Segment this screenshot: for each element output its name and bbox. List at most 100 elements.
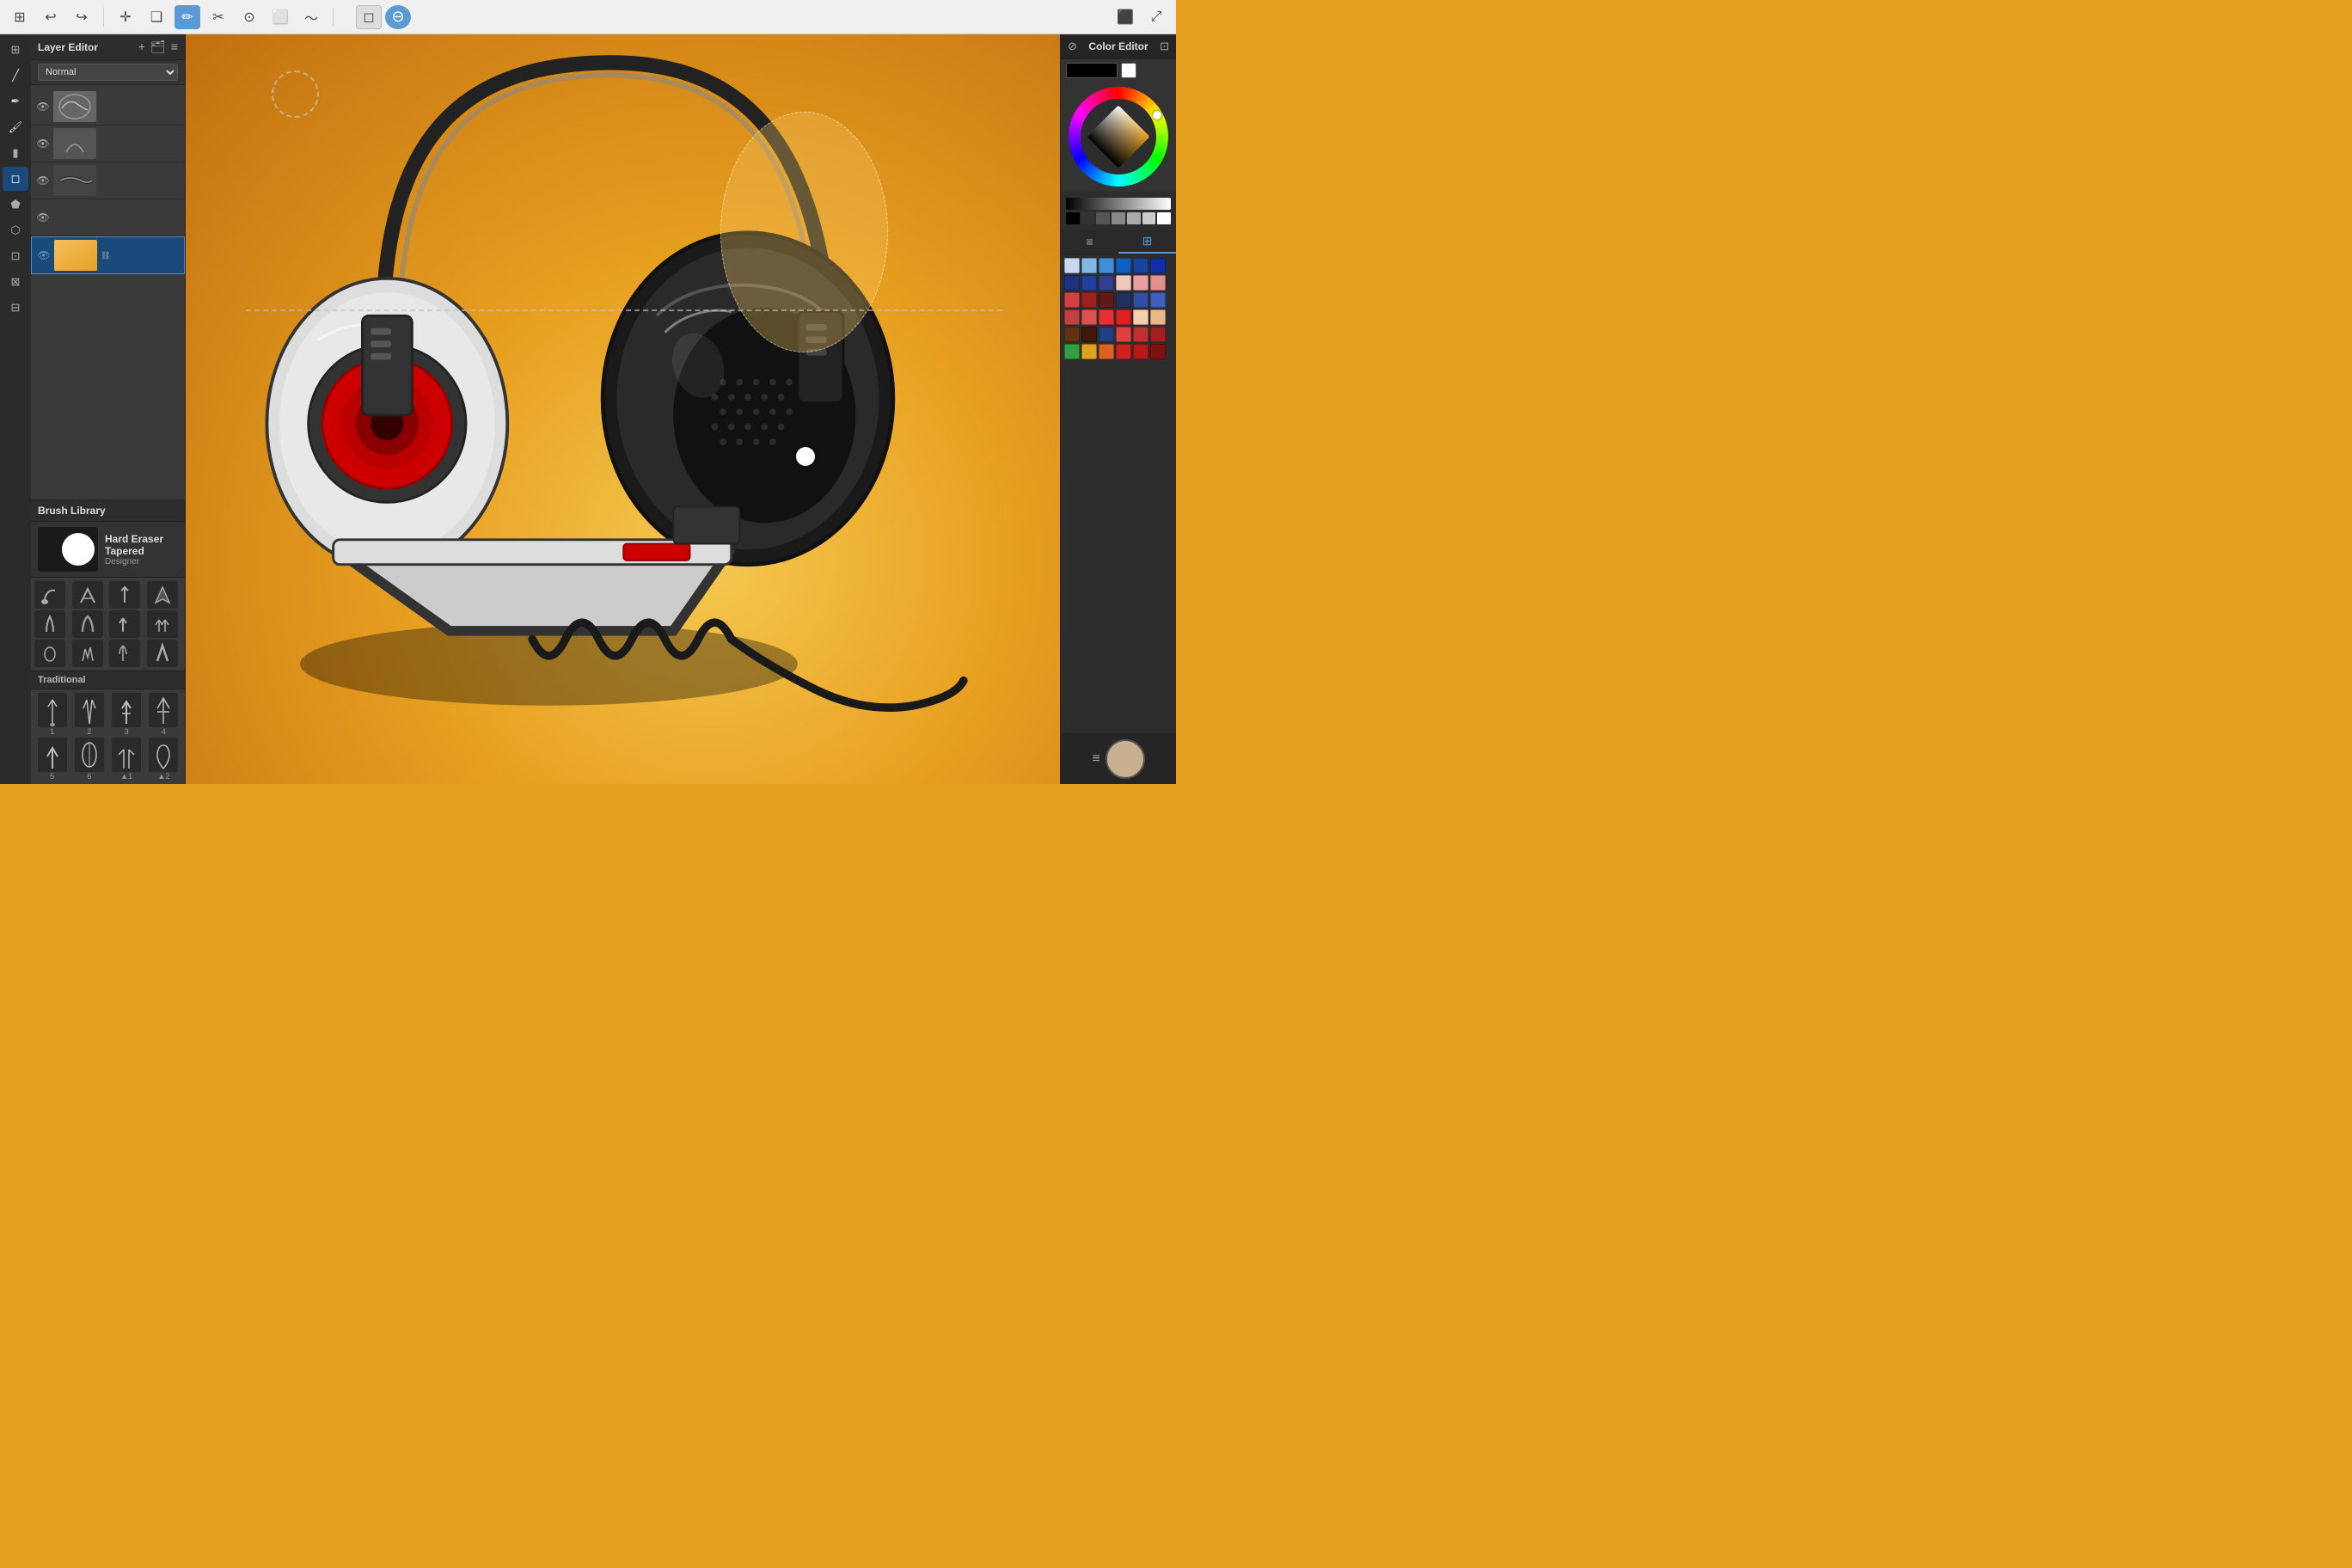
color-swatch[interactable] (1116, 258, 1131, 273)
layer-eye-icon[interactable]: 👁 (36, 175, 50, 187)
fullscreen-button[interactable]: ⤢ (1143, 5, 1169, 29)
layer-item[interactable]: 👁 (31, 162, 185, 199)
transform-tool-button[interactable]: ⊠ (3, 270, 28, 294)
brush-thumb[interactable] (72, 581, 103, 609)
color-swatch[interactable] (1116, 327, 1131, 342)
layer-eye-icon[interactable]: 👁 (36, 138, 50, 150)
color-swatch[interactable] (1150, 275, 1166, 291)
color-swatch[interactable] (1116, 309, 1131, 325)
color-wheel-area[interactable] (1061, 82, 1176, 192)
eraser-tool-button[interactable]: ◻ (3, 167, 28, 191)
color-swatch[interactable] (1064, 258, 1080, 273)
erase-circle-button[interactable]: ⊖ (385, 5, 411, 29)
color-swatch[interactable] (1133, 344, 1148, 359)
color-swatch[interactable] (1150, 309, 1166, 325)
color-swatch[interactable] (1064, 309, 1080, 325)
pen-tool-button[interactable]: ✒ (3, 89, 28, 113)
layer-item[interactable]: 👁 (31, 126, 185, 162)
gray-swatch[interactable] (1066, 212, 1080, 224)
color-square[interactable] (1087, 105, 1150, 168)
color-swatch[interactable] (1081, 309, 1097, 325)
color-swatch[interactable] (1064, 292, 1080, 308)
layer-item-active[interactable]: 👁 ⛓ (31, 236, 185, 274)
brush-thumb[interactable] (34, 640, 65, 667)
erase-button[interactable]: ◻ (356, 5, 382, 29)
color-swatch[interactable] (1099, 292, 1114, 308)
canvas-area[interactable] (186, 34, 1060, 784)
window-button[interactable]: ⬛ (1112, 5, 1138, 29)
brush-thumb[interactable] (34, 610, 65, 638)
color-swatch[interactable] (1150, 327, 1166, 342)
layer-item[interactable]: 👁 (31, 199, 185, 236)
color-swatch[interactable] (1099, 275, 1114, 291)
gray-swatch[interactable] (1142, 212, 1156, 224)
group-layer-button[interactable]: 🗂 (150, 40, 166, 54)
color-swatch[interactable] (1099, 327, 1114, 342)
color-wheel[interactable] (1069, 87, 1168, 187)
color-swatch[interactable] (1064, 327, 1080, 342)
move-button[interactable]: ✛ (113, 5, 138, 29)
curve-button[interactable]: 〜 (298, 5, 324, 29)
traditional-brush-item[interactable]: 5 (34, 738, 70, 781)
black-swatch[interactable] (1066, 63, 1118, 78)
brush-thumb[interactable] (147, 640, 178, 667)
color-swatch[interactable] (1081, 344, 1097, 359)
color-options-button[interactable]: ≡ (1092, 751, 1099, 767)
copy-button[interactable]: ❑ (144, 5, 169, 29)
pencil-tool-button[interactable]: ╱ (3, 64, 28, 88)
grid-tab[interactable]: ⊞ (1118, 230, 1176, 254)
brush-tool-button[interactable]: 🖌 (3, 115, 28, 139)
gray-swatch[interactable] (1096, 212, 1110, 224)
gray-swatch[interactable] (1157, 212, 1171, 224)
color-swatch[interactable] (1099, 258, 1114, 273)
undo-button[interactable]: ↩ (38, 5, 64, 29)
traditional-brush-item[interactable]: ▲2 (146, 738, 181, 781)
lasso-button[interactable]: ⊙ (236, 5, 262, 29)
color-swatch[interactable] (1150, 258, 1166, 273)
sliders-tab[interactable]: ≡ (1061, 230, 1118, 254)
color-swatch[interactable] (1081, 327, 1097, 342)
marker-tool-button[interactable]: ▮ (3, 141, 28, 165)
brush-thumb[interactable] (109, 640, 140, 667)
redo-button[interactable]: ↪ (69, 5, 95, 29)
brush-thumb[interactable] (72, 640, 103, 667)
symmetry-tool-button[interactable]: ⊟ (3, 296, 28, 320)
layer-eye-icon[interactable]: 👁 (36, 211, 50, 224)
color-swatch[interactable] (1116, 344, 1131, 359)
brush-thumb[interactable] (109, 581, 140, 609)
color-swatch[interactable] (1133, 275, 1148, 291)
grid-tool-button[interactable]: ⊞ (3, 38, 28, 62)
color-swatch[interactable] (1116, 275, 1131, 291)
color-swatch[interactable] (1099, 309, 1114, 325)
color-swatch[interactable] (1081, 292, 1097, 308)
traditional-brush-item[interactable]: 4 (146, 693, 181, 736)
color-swatch[interactable] (1133, 309, 1148, 325)
image-button[interactable]: ⬜ (267, 5, 293, 29)
traditional-brush-item[interactable]: 6 (71, 738, 107, 781)
traditional-brush-item[interactable]: 3 (109, 693, 144, 736)
color-picker-icon[interactable]: ⊘ (1068, 40, 1077, 53)
select-button[interactable]: ✂ (205, 5, 231, 29)
layer-eye-icon[interactable]: 👁 (36, 101, 50, 113)
traditional-brush-item[interactable]: 1 (34, 693, 70, 736)
color-swatch[interactable] (1064, 275, 1080, 291)
white-swatch[interactable] (1121, 63, 1136, 78)
current-color-swatch[interactable] (1106, 739, 1145, 779)
add-layer-button[interactable]: + (138, 40, 145, 54)
color-swatch[interactable] (1081, 275, 1097, 291)
color-swatch[interactable] (1081, 258, 1097, 273)
brush-thumb[interactable] (147, 581, 178, 609)
color-dropper-icon[interactable]: ⊡ (1160, 40, 1169, 53)
brush-button[interactable]: ✏ (175, 5, 200, 29)
fill-tool-button[interactable]: ⬟ (3, 193, 28, 217)
selection-control-point[interactable] (796, 447, 815, 466)
color-swatch[interactable] (1133, 327, 1148, 342)
gray-swatch[interactable] (1127, 212, 1141, 224)
traditional-brush-item[interactable]: ▲1 (109, 738, 144, 781)
brush-thumb[interactable] (34, 581, 65, 609)
color-swatch[interactable] (1064, 344, 1080, 359)
gray-swatch[interactable] (1081, 212, 1095, 224)
layer-menu-button[interactable]: ≡ (171, 40, 178, 54)
layer-eye-icon[interactable]: 👁 (37, 249, 51, 261)
brush-thumb[interactable] (72, 610, 103, 638)
